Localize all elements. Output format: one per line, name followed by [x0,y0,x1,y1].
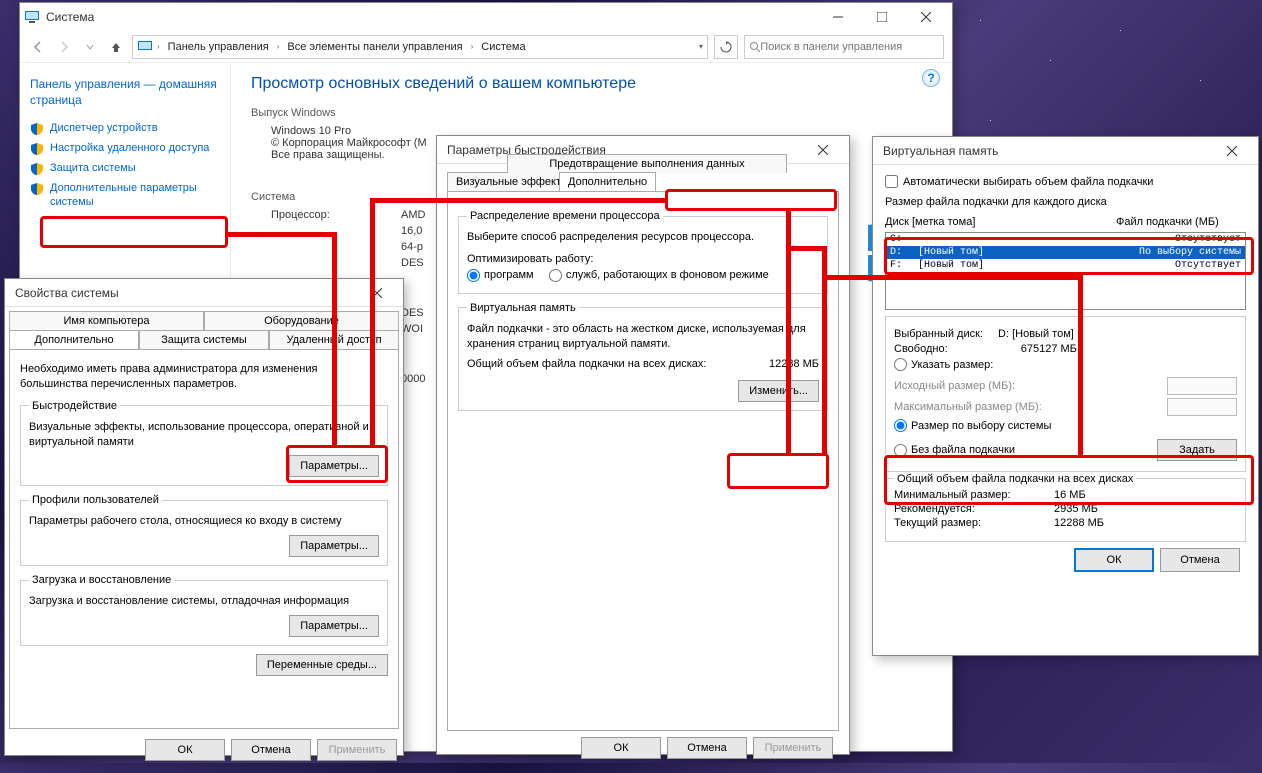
chevron-down-icon[interactable]: ▾ [699,42,703,51]
set-button[interactable]: Задать [1157,439,1237,461]
apply-button[interactable]: Применить [317,739,397,761]
system-window-title: Система [40,10,816,24]
auto-manage-checkbox[interactable]: Автоматически выбирать объем файла подка… [885,175,1246,188]
cancel-button[interactable]: Отмена [1160,548,1240,572]
sidebar-item-protection[interactable]: Защита системы [30,162,220,176]
close-button[interactable] [1210,137,1254,165]
apply-button[interactable]: Применить [753,737,833,759]
shield-icon [30,162,44,176]
admin-note: Необходимо иметь права администратора дл… [20,362,388,392]
startup-fieldset: Загрузка и восстановление Загрузка и вос… [20,574,388,646]
profiles-fieldset: Профили пользователей Параметры рабочего… [20,494,388,566]
search-icon [749,41,760,53]
page-heading: Просмотр основных сведений о вашем компь… [251,75,932,93]
system-titlebar: Система [20,3,952,31]
max-size-input [1167,398,1237,416]
tab-hardware[interactable]: Оборудование [204,311,399,330]
sidebar-item-devices[interactable]: Диспетчер устройств [30,122,220,136]
selected-drive-value: D: [Новый том] [998,328,1074,340]
breadcrumb[interactable]: › Панель управления › Все элементы панел… [132,35,708,59]
tab-advanced[interactable]: Дополнительно [9,330,139,349]
computer-icon [24,9,40,25]
cancel-button[interactable]: Отмена [667,737,747,759]
vm-change-button[interactable]: Изменить... [738,380,819,402]
opt-programs-radio[interactable]: программ [467,269,534,282]
system-properties-dialog: Свойства системы Имя компьютера Оборудов… [4,278,404,756]
system-managed-radio[interactable]: Размер по выбору системы [894,419,1051,432]
performance-fieldset: Быстродействие Визуальные эффекты, испол… [20,400,388,487]
forward-button[interactable] [54,37,74,57]
shield-icon [30,142,44,156]
sysprops-title: Свойства системы [9,286,355,300]
shield-icon [30,122,44,136]
virtual-memory-dialog: Виртуальная память Автоматически выбират… [872,136,1259,656]
crumb-all[interactable]: Все элементы панели управления [283,41,466,53]
ok-button[interactable]: ОК [1074,548,1154,572]
drive-listbox[interactable]: C:Отсутствует D:[Новый том]По выбору сис… [885,232,1246,310]
sidebar-item-advanced[interactable]: Дополнительные параметры системы [30,182,220,210]
tab-advanced[interactable]: Дополнительно [559,172,656,191]
vmem-title: Виртуальная память [877,144,1210,158]
initial-size-input [1167,377,1237,395]
opt-services-radio[interactable]: служб, работающих в фоновом режиме [549,269,769,282]
startup-settings-button[interactable]: Параметры... [289,615,379,637]
cancel-button[interactable]: Отмена [231,739,311,761]
scheduling-fieldset: Распределение времени процессора Выберит… [458,210,828,294]
sidebar-item-remote[interactable]: Настройка удаленного доступа [30,142,220,156]
tab-name[interactable]: Имя компьютера [9,311,204,330]
tab-remote[interactable]: Удаленный доступ [269,330,399,349]
no-paging-radio[interactable]: Без файла подкачки [894,444,1157,457]
help-button[interactable]: ? [922,69,940,87]
list-item: C:Отсутствует [886,233,1245,246]
minimize-button[interactable] [816,3,860,31]
custom-size-radio[interactable]: Указать размер: [894,358,993,371]
computer-icon [137,39,153,55]
maximize-button[interactable] [860,3,904,31]
close-button[interactable] [355,279,399,307]
close-button[interactable] [801,136,845,164]
free-space-value: 675127 МБ [1021,343,1077,355]
edition-label: Выпуск Windows [251,107,932,119]
search-box[interactable] [744,35,944,59]
sidebar-home[interactable]: Панель управления — домашняя страница [30,77,220,108]
ok-button[interactable]: ОК [145,739,225,761]
total-section: Общий объем файла подкачки на всех диска… [885,478,1246,542]
tab-dep[interactable]: Предотвращение выполнения данных [507,154,787,173]
shield-icon [30,182,44,196]
crumb-sys[interactable]: Система [477,41,529,53]
back-button[interactable] [28,37,48,57]
advanced-tab-panel: Необходимо иметь права администратора дл… [9,349,399,729]
close-button[interactable] [904,3,948,31]
env-vars-button[interactable]: Переменные среды... [256,654,388,676]
ok-button[interactable]: ОК [581,737,661,759]
profiles-settings-button[interactable]: Параметры... [289,535,379,557]
perf-advanced-panel: Распределение времени процессора Выберит… [447,191,839,731]
performance-settings-button[interactable]: Параметры... [289,455,379,477]
list-item: F:[Новый том]Отсутствует [886,259,1245,272]
crumb-cp[interactable]: Панель управления [164,41,273,53]
recent-dropdown[interactable] [80,37,100,57]
search-input[interactable] [760,41,939,53]
drive-settings-group: Выбранный диск: D: [Новый том] Свободно:… [885,316,1246,472]
vm-total-value: 12288 МБ [769,358,819,370]
list-item: D:[Новый том]По выбору системы [886,246,1245,259]
performance-options-dialog: Параметры быстродействия Визуальные эффе… [436,135,850,755]
up-button[interactable] [106,37,126,57]
nav-row: › Панель управления › Все элементы панел… [20,31,952,63]
virtual-memory-fieldset: Виртуальная память Файл подкачки - это о… [458,302,828,411]
refresh-button[interactable] [714,35,738,59]
tab-protection[interactable]: Защита системы [139,330,269,349]
